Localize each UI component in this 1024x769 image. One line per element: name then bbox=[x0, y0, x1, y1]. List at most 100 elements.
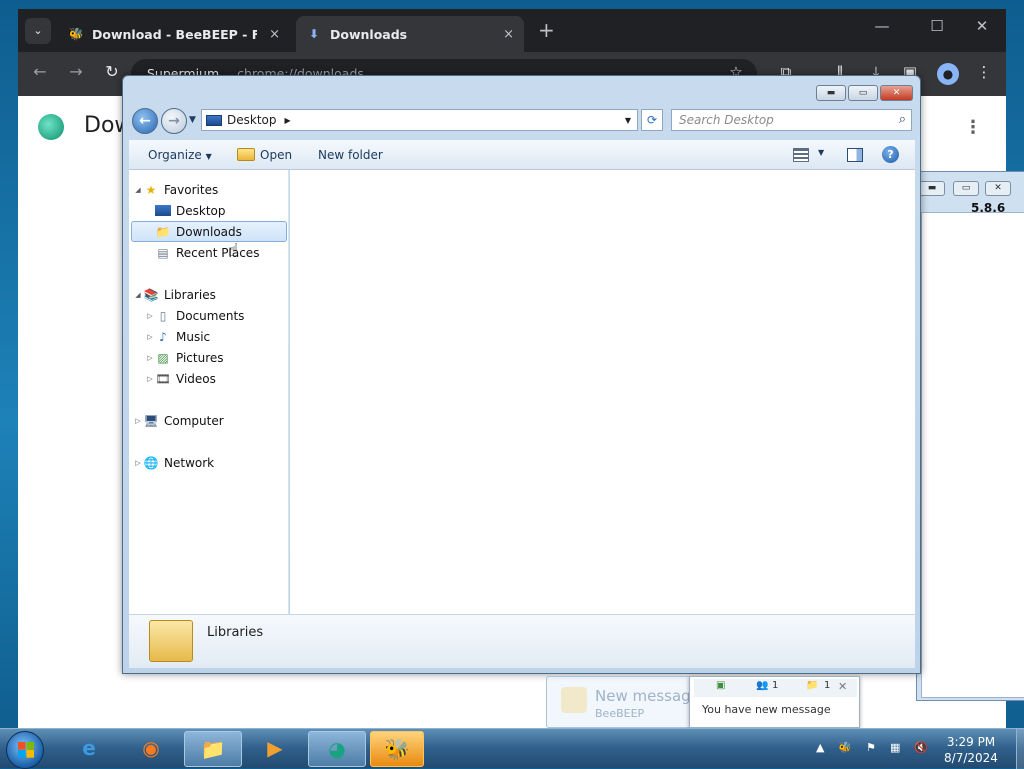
forward-button[interactable]: → bbox=[161, 108, 187, 134]
collapsed-arrow-icon[interactable]: ▷ bbox=[145, 312, 155, 320]
profile-avatar[interactable]: ● bbox=[937, 63, 959, 85]
tab-downloads[interactable]: ⬇ Downloads × bbox=[296, 16, 524, 52]
nav-item-videos[interactable]: ▷ 🎞 Videos bbox=[145, 368, 303, 389]
clock-time: 3:29 PM bbox=[946, 735, 996, 749]
action-center-flag-icon[interactable]: ⚑ bbox=[866, 741, 876, 754]
messages-count: 1 bbox=[824, 680, 831, 691]
close-icon[interactable]: ✕ bbox=[838, 680, 847, 693]
volume-muted-icon[interactable]: 🔇 bbox=[914, 741, 928, 754]
open-button[interactable]: Open bbox=[260, 148, 292, 162]
expanded-arrow-icon[interactable]: ◢ bbox=[133, 291, 143, 299]
collapsed-arrow-icon[interactable]: ▷ bbox=[145, 354, 155, 362]
tab-close-icon[interactable]: × bbox=[269, 27, 280, 42]
computer-icon: 🖥 bbox=[143, 413, 159, 428]
star-icon: ★ bbox=[145, 182, 157, 197]
firefox-icon[interactable]: ◉ bbox=[122, 731, 180, 767]
internet-explorer-icon[interactable]: e bbox=[60, 731, 118, 767]
documents-icon: ▯ bbox=[159, 308, 167, 323]
details-label: Libraries bbox=[207, 625, 264, 640]
refresh-icon[interactable]: ⟳ bbox=[641, 109, 663, 131]
mouse-cursor-icon: ☝ bbox=[228, 240, 239, 261]
tab-strip: ⌄ 🐝 Download - BeeBEEP - Free Of × ⬇ Dow… bbox=[18, 9, 1006, 52]
downloads-page-logo bbox=[38, 114, 64, 140]
change-view-icon[interactable] bbox=[793, 148, 809, 162]
minimize-icon[interactable]: ▬ bbox=[816, 85, 846, 101]
collapsed-arrow-icon[interactable]: ▷ bbox=[145, 375, 155, 383]
collapsed-arrow-icon[interactable]: ▷ bbox=[133, 459, 143, 467]
nav-item-documents[interactable]: ▷ ▯ Documents bbox=[145, 305, 303, 326]
file-list[interactable] bbox=[290, 170, 915, 614]
command-bar: Organize ▼ Open New folder ▼ ? bbox=[129, 140, 915, 170]
maximize-icon[interactable]: ▭ bbox=[848, 85, 878, 101]
maximize-icon[interactable]: ☐ bbox=[922, 17, 952, 35]
start-button[interactable] bbox=[6, 731, 44, 769]
chevron-down-icon[interactable]: ▼ bbox=[818, 148, 824, 157]
maximize-icon[interactable]: ▭ bbox=[953, 181, 979, 196]
nav-item-downloads[interactable]: 📁 Downloads bbox=[131, 221, 287, 242]
reload-icon[interactable]: ↻ bbox=[101, 62, 123, 81]
beebeep-taskbar-icon[interactable]: 🐝 bbox=[370, 731, 424, 767]
network-tray-icon[interactable]: ▦ bbox=[890, 741, 900, 754]
show-desktop-button[interactable] bbox=[1016, 729, 1024, 769]
folder-icon[interactable]: 📁 bbox=[806, 680, 818, 691]
preview-pane-icon[interactable] bbox=[847, 148, 863, 162]
users-icon[interactable]: 👥 bbox=[756, 680, 768, 691]
search-placeholder: Search Desktop bbox=[679, 113, 774, 127]
nav-item-pictures[interactable]: ▷ ▨ Pictures bbox=[145, 347, 303, 368]
collapsed-arrow-icon[interactable]: ▷ bbox=[145, 333, 155, 341]
taskbar: e ◉ 📁 ▶ ◕ 🐝 ▲ 🐝 ⚑ ▦ 🔇 3:29 PM 8/7/2024 bbox=[0, 728, 1024, 769]
beebeep-tray-icon[interactable]: 🐝 bbox=[838, 741, 852, 754]
tab-title: Download - BeeBEEP - Free Of bbox=[92, 26, 257, 42]
nav-favorites[interactable]: ◢ ★ Favorites bbox=[133, 179, 291, 200]
close-icon[interactable]: ✕ bbox=[985, 181, 1011, 196]
expanded-arrow-icon[interactable]: ◢ bbox=[133, 186, 143, 194]
system-clock[interactable]: 3:29 PM 8/7/2024 bbox=[936, 734, 1006, 766]
tab-close-icon[interactable]: × bbox=[503, 27, 514, 42]
libraries-folder-icon bbox=[149, 620, 193, 662]
organize-button[interactable]: Organize ▼ bbox=[148, 148, 212, 162]
breadcrumb-arrow-icon[interactable]: ▶ bbox=[285, 116, 291, 125]
new-folder-button[interactable]: New folder bbox=[318, 148, 383, 162]
nav-libraries[interactable]: ◢ 📚 Libraries bbox=[133, 284, 291, 305]
breadcrumb[interactable]: Desktop bbox=[227, 113, 277, 127]
minimize-icon[interactable]: ▬ bbox=[919, 181, 945, 196]
close-icon[interactable]: ✕ bbox=[880, 85, 913, 101]
desktop-icon bbox=[206, 114, 222, 126]
videos-icon: 🎞 bbox=[155, 371, 171, 386]
new-tab-button[interactable]: + bbox=[538, 18, 555, 42]
back-button[interactable]: ← bbox=[132, 108, 158, 134]
libraries-icon: 📚 bbox=[143, 287, 159, 302]
menu-icon[interactable]: ⋮ bbox=[973, 63, 995, 81]
close-icon[interactable]: ✕ bbox=[967, 17, 997, 35]
notification-popup[interactable]: ▣ 👥 1 📁 1 ✕ You have new message bbox=[689, 676, 860, 728]
minimize-icon[interactable]: — bbox=[867, 17, 897, 35]
back-icon[interactable]: ← bbox=[29, 62, 51, 81]
nav-computer[interactable]: ▷ 🖥 Computer bbox=[133, 410, 291, 431]
search-icon[interactable]: ⌕ bbox=[899, 112, 906, 127]
supermium-icon[interactable]: ◕ bbox=[308, 731, 366, 767]
search-input[interactable]: Search Desktop ⌕ bbox=[671, 109, 912, 131]
help-icon[interactable]: ? bbox=[882, 146, 899, 163]
show-hidden-icons[interactable]: ▲ bbox=[816, 741, 824, 754]
tab-beebeep-download[interactable]: 🐝 Download - BeeBEEP - Free Of × bbox=[58, 16, 290, 52]
desktop-icon bbox=[155, 205, 171, 216]
more-options-icon[interactable]: ⋮ bbox=[964, 117, 982, 138]
nav-network[interactable]: ▷ 🌐 Network bbox=[133, 452, 291, 473]
recent-places-icon: ▤ bbox=[157, 245, 169, 260]
nav-item-music[interactable]: ▷ ♪ Music bbox=[145, 326, 303, 347]
address-bar[interactable]: Desktop ▶ ▼ bbox=[201, 109, 638, 131]
notification-toolbar: ▣ 👥 1 📁 1 bbox=[694, 679, 857, 697]
explorer-icon[interactable]: 📁 bbox=[184, 731, 242, 767]
recent-locations-icon[interactable]: ▼ bbox=[189, 115, 196, 125]
beebeep-icon bbox=[561, 687, 587, 713]
forward-icon[interactable]: → bbox=[65, 62, 87, 81]
downloads-folder-icon: 📁 bbox=[155, 224, 171, 239]
chat-icon[interactable]: ▣ bbox=[716, 680, 725, 691]
collapsed-arrow-icon[interactable]: ▷ bbox=[133, 417, 143, 425]
pictures-icon: ▨ bbox=[157, 350, 169, 365]
tab-title: Downloads bbox=[330, 26, 408, 42]
navigation-pane: ◢ ★ Favorites Desktop 📁 Downloads ▤ Rece… bbox=[129, 170, 289, 614]
chevron-down-icon[interactable]: ▼ bbox=[625, 116, 631, 125]
tab-search-button[interactable]: ⌄ bbox=[25, 18, 51, 44]
media-player-icon[interactable]: ▶ bbox=[246, 731, 304, 767]
